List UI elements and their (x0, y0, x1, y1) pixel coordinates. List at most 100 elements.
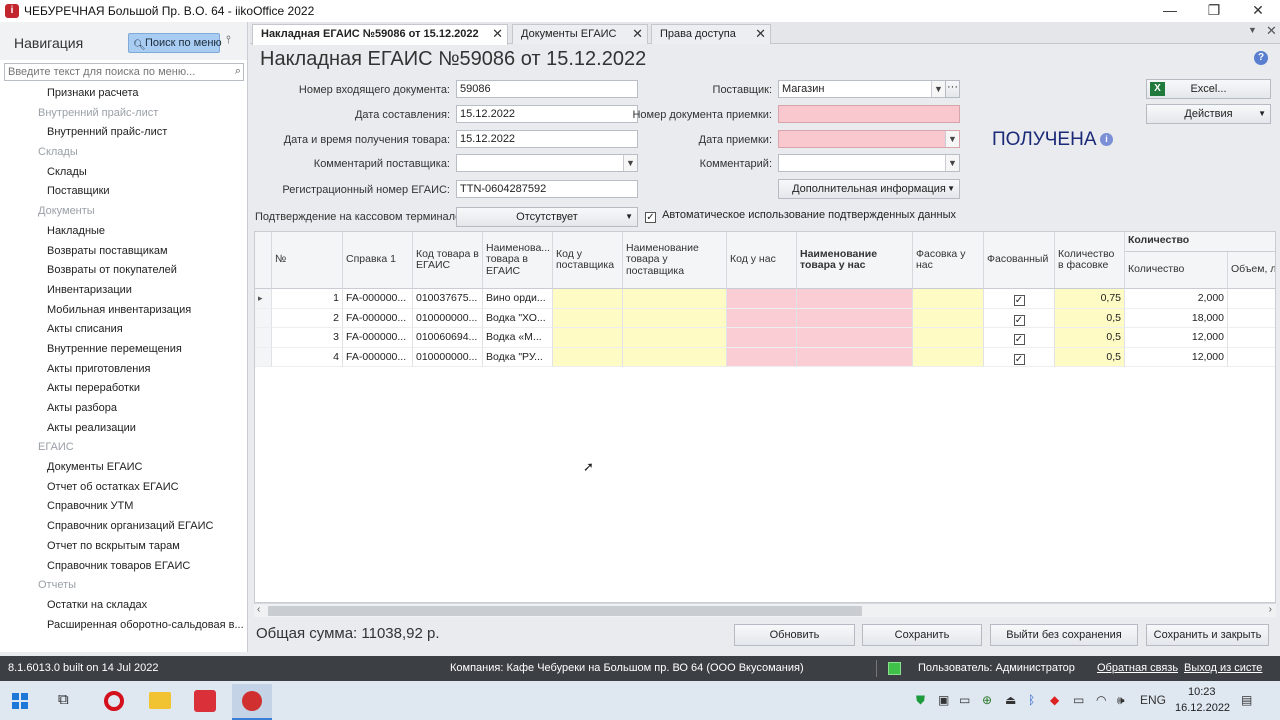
search-icon[interactable]: ⌕ (235, 65, 241, 78)
cell-n[interactable]: 3 (272, 328, 343, 348)
volume-icon[interactable]: 🕪︎ (1117, 693, 1125, 708)
notifications-icon[interactable]: ▤ (1241, 693, 1252, 707)
nav-menu-item[interactable]: Справочник УТМ (0, 497, 246, 517)
supplier-field[interactable]: Магазин ▼ (778, 80, 946, 98)
packed-cell[interactable]: ✓ (984, 347, 1055, 368)
language-indicator[interactable]: ENG (1140, 693, 1166, 707)
cell-qty[interactable]: 2,000 (1125, 289, 1228, 309)
cell-our_code[interactable] (727, 308, 797, 329)
cell-supp_code[interactable] (553, 308, 623, 329)
chevron-down-icon[interactable]: ▼ (931, 81, 945, 97)
column-header-our_code[interactable]: Код у нас (727, 232, 797, 289)
opera-icon[interactable] (104, 691, 124, 711)
cell-supp_code[interactable] (553, 289, 623, 309)
auto-use-checkbox-row[interactable]: ✓ Автоматическое использование подтвержд… (645, 209, 956, 223)
column-header-our_name[interactable]: Наименование товара у нас (797, 232, 913, 289)
chevron-down-icon[interactable]: ▼ (945, 131, 959, 147)
chevron-down-icon[interactable]: ▼ (945, 155, 959, 171)
nav-menu-item[interactable]: Документы ЕГАИС (0, 458, 246, 478)
nav-menu-item[interactable]: Акты списания (0, 320, 246, 340)
chevron-down-icon[interactable]: ▼ (623, 155, 637, 171)
close-tab-icon[interactable]: ✕ (632, 25, 643, 43)
packed-checkbox[interactable]: ✓ (1013, 334, 1025, 346)
scrollbar-thumb[interactable] (268, 606, 862, 616)
logout-link[interactable]: Выход из систе (1184, 662, 1262, 674)
pos-confirm-select[interactable]: Отсутствует ▼ (456, 207, 638, 227)
nav-menu-item[interactable]: Внутренний прайс-лист (0, 123, 246, 143)
cell-qty_pack[interactable]: 0,5 (1055, 347, 1125, 368)
anydesk-icon[interactable] (194, 690, 216, 712)
restore-button[interactable]: ❐ (1192, 0, 1236, 22)
tab-egais-documents[interactable]: Документы ЕГАИС ✕ (512, 24, 648, 44)
nav-menu-item[interactable]: Акты разбора (0, 399, 246, 419)
cell-our_name[interactable] (797, 308, 913, 329)
cell-our_name[interactable] (797, 347, 913, 368)
monitor-icon[interactable]: ▭ (959, 693, 970, 707)
packed-cell[interactable]: ✓ (984, 328, 1055, 348)
cell-our_code[interactable] (727, 289, 797, 309)
cell-our_pack[interactable] (913, 289, 984, 309)
row-indicator[interactable] (255, 347, 272, 368)
network-globe-icon[interactable]: ⊕ (982, 693, 992, 707)
comment-field[interactable]: ▼ (778, 154, 960, 172)
column-header-egais_code[interactable]: Код товара в ЕГАИС (413, 232, 483, 289)
battery-icon[interactable]: ▭ (1073, 693, 1084, 707)
cell-n[interactable]: 1 (272, 289, 343, 309)
pin-icon[interactable]: ⫯ (226, 34, 231, 47)
cell-supp_code[interactable] (553, 347, 623, 368)
packed-cell[interactable]: ✓ (984, 289, 1055, 309)
row-indicator[interactable]: ▸ (255, 289, 272, 309)
column-header-egais_name[interactable]: Наименова... товара в ЕГАИС (483, 232, 553, 289)
tab-access-rights[interactable]: Права доступа ✕ (651, 24, 771, 44)
cell-supp_code[interactable] (553, 328, 623, 348)
info-icon[interactable]: i (1100, 133, 1113, 146)
cell-qty[interactable]: 18,000 (1125, 308, 1228, 329)
close-tab-icon[interactable]: ✕ (755, 25, 766, 43)
packed-checkbox[interactable]: ✓ (1013, 353, 1025, 365)
nav-search-input[interactable] (5, 64, 223, 80)
shield-icon[interactable]: ⛊ (916, 693, 925, 708)
search-menu-button[interactable]: 🔍︎ Поиск по меню (128, 33, 222, 53)
cell-our_code[interactable] (727, 347, 797, 368)
column-header-qty[interactable]: Количество (1125, 252, 1228, 289)
cell-egais_code[interactable]: 010000000... (413, 347, 483, 368)
nav-menu-item[interactable]: Акты приготовления (0, 360, 246, 380)
excel-button[interactable]: X Excel... (1146, 79, 1271, 99)
date-created-field[interactable]: 15.12.2022 (456, 105, 638, 123)
supplier-comment-field[interactable]: ▼ (456, 154, 638, 172)
cell-cert[interactable]: FA-000000... (343, 328, 413, 348)
column-header-supp_name[interactable]: Наименование товара у поставщика (623, 232, 727, 289)
cell-supp_name[interactable] (623, 289, 727, 309)
cell-vol[interactable]: 6 (1228, 348, 1275, 368)
row-indicator[interactable] (255, 308, 272, 329)
close-all-tabs-icon[interactable]: ✕ (1266, 23, 1277, 39)
nav-menu-item[interactable]: Акты реализации (0, 419, 246, 439)
cell-our_pack[interactable] (913, 347, 984, 368)
packed-checkbox[interactable]: ✓ (1013, 295, 1025, 306)
cell-our_name[interactable] (797, 289, 913, 309)
feedback-link[interactable]: Обратная связь (1097, 662, 1178, 674)
packed-cell[interactable]: ✓ (984, 308, 1055, 329)
save-and-close-button[interactable]: Сохранить и закрыть (1146, 624, 1269, 646)
cell-qty_pack[interactable]: 0,75 (1055, 289, 1125, 309)
cell-our_name[interactable] (797, 328, 913, 348)
accept-date-field[interactable]: ▼ (778, 130, 960, 148)
task-view-icon[interactable]: ⧉ (58, 691, 69, 708)
nav-menu-item[interactable]: Поставщики (0, 182, 246, 202)
help-icon[interactable]: ? (1254, 51, 1268, 65)
scroll-left-icon[interactable]: ‹ (257, 604, 260, 615)
nav-menu-item[interactable]: Акты переработки (0, 379, 246, 399)
cell-supp_name[interactable] (623, 308, 727, 329)
cell-our_code[interactable] (727, 328, 797, 348)
actions-button[interactable]: Действия ▼ (1146, 104, 1271, 124)
scroll-right-icon[interactable]: › (1269, 604, 1272, 615)
nav-menu-item[interactable]: Накладные (0, 222, 246, 242)
row-indicator[interactable] (255, 328, 272, 348)
file-explorer-icon[interactable] (149, 692, 171, 709)
nav-menu-item[interactable]: Склады (0, 163, 246, 183)
cell-our_pack[interactable] (913, 308, 984, 329)
cell-egais_code[interactable]: 010000000... (413, 308, 483, 329)
save-button[interactable]: Сохранить (862, 624, 982, 646)
nav-menu-item[interactable]: Справочник товаров ЕГАИС (0, 557, 246, 577)
incoming-number-field[interactable]: 59086 (456, 80, 638, 98)
